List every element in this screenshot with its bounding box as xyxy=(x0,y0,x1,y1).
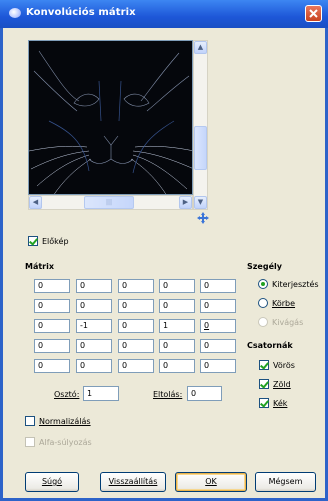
help-button[interactable]: Súgó xyxy=(25,472,79,492)
checkbox-disabled-icon[interactable] xyxy=(25,437,35,447)
preview-checkbox[interactable]: Előkép xyxy=(28,236,69,246)
radio-unselected-icon[interactable] xyxy=(258,298,268,308)
matrix-cell-r5c5[interactable]: 0 xyxy=(200,359,236,373)
matrix-cell-r1c2[interactable]: 0 xyxy=(76,279,112,293)
matrix-heading: Mátrix xyxy=(25,262,55,271)
border-heading: Szegély xyxy=(247,262,282,271)
matrix-cell-r3c4[interactable]: 1 xyxy=(159,319,195,333)
border-crop-radio[interactable]: Kivágás xyxy=(258,317,303,327)
alpha-weighting-label: Alfa-súlyozás xyxy=(39,437,92,447)
border-crop-label: Kivágás xyxy=(272,317,304,327)
reset-button[interactable]: Visszaállítás xyxy=(100,472,166,492)
checkbox-checked-icon[interactable] xyxy=(259,398,269,408)
preview-checkbox-label: Előkép xyxy=(42,236,69,246)
alpha-weighting-checkbox[interactable]: Alfa-súlyozás xyxy=(25,437,92,447)
scroll-down-button[interactable]: ▼ xyxy=(194,196,207,209)
checkbox-checked-icon[interactable] xyxy=(28,236,38,246)
matrix-cell-r1c5[interactable]: 0 xyxy=(200,279,236,293)
cancel-button[interactable]: Mégsem xyxy=(255,472,316,492)
matrix-cell-r4c1[interactable]: 0 xyxy=(34,339,70,353)
matrix-cell-r3c1[interactable]: 0 xyxy=(34,319,70,333)
matrix-cell-r4c3[interactable]: 0 xyxy=(118,339,154,353)
checkbox-checked-icon[interactable] xyxy=(259,379,269,389)
matrix-cell-r3c5[interactable]: 0 xyxy=(200,319,236,333)
offset-label: Eltolás: xyxy=(153,390,183,399)
channel-red-checkbox[interactable]: Vörös xyxy=(259,360,295,370)
radio-selected-icon[interactable] xyxy=(258,279,268,289)
border-extend-radio[interactable]: Kiterjesztés xyxy=(258,279,319,289)
matrix-cell-r1c3[interactable]: 0 xyxy=(118,279,154,293)
channel-blue-checkbox[interactable]: Kék xyxy=(259,398,287,408)
border-wrap-label: Körbe xyxy=(272,298,296,308)
gimp-app-icon xyxy=(9,8,21,18)
checkbox-unchecked-icon[interactable] xyxy=(25,416,35,426)
scroll-up-button[interactable]: ▲ xyxy=(194,41,207,54)
cat-edge-preview xyxy=(29,41,192,194)
channel-red-label: Vörös xyxy=(273,360,295,370)
divisor-input[interactable]: 1 xyxy=(83,386,119,401)
matrix-cell-r1c1[interactable]: 0 xyxy=(34,279,70,293)
arrow-up-icon: ▲ xyxy=(197,43,204,51)
navigate-icon[interactable] xyxy=(196,211,210,225)
horizontal-scroll-thumb[interactable]: ||| xyxy=(84,196,134,209)
matrix-cell-r2c2[interactable]: 0 xyxy=(76,299,112,313)
scroll-grip: ||| xyxy=(105,199,113,206)
window-title: Konvolúciós mátrix xyxy=(26,7,136,18)
divisor-label: Osztó: xyxy=(54,390,80,399)
radio-disabled-icon[interactable] xyxy=(258,317,268,327)
matrix-cell-r3c3[interactable]: 0 xyxy=(118,319,154,333)
vertical-scroll-thumb[interactable] xyxy=(194,126,207,170)
matrix-cell-r5c3[interactable]: 0 xyxy=(118,359,154,373)
close-icon xyxy=(309,9,318,18)
channel-blue-label: Kék xyxy=(273,398,288,408)
scroll-left-button[interactable]: ◀ xyxy=(29,196,42,209)
matrix-cell-r3c2[interactable]: -1 xyxy=(76,319,112,333)
ok-button[interactable]: OK xyxy=(175,472,247,492)
channel-green-checkbox[interactable]: Zöld xyxy=(259,379,291,389)
matrix-cell-r4c2[interactable]: 0 xyxy=(76,339,112,353)
preview-vertical-scrollbar[interactable]: ▲ ▼ xyxy=(193,40,208,210)
preview-image[interactable] xyxy=(28,40,193,195)
matrix-cell-r4c4[interactable]: 0 xyxy=(159,339,195,353)
matrix-cell-r5c4[interactable]: 0 xyxy=(159,359,195,373)
matrix-cell-r5c2[interactable]: 0 xyxy=(76,359,112,373)
scroll-right-button[interactable]: ▶ xyxy=(179,196,192,209)
matrix-cell-r2c3[interactable]: 0 xyxy=(118,299,154,313)
matrix-cell-r1c4[interactable]: 0 xyxy=(159,279,195,293)
border-extend-label: Kiterjesztés xyxy=(272,279,319,289)
matrix-cell-r4c5[interactable]: 0 xyxy=(200,339,236,353)
close-button[interactable] xyxy=(305,5,322,22)
convolution-matrix-dialog: Konvolúciós mátrix ▲ ▼ ◀ ||| ▶ Előkép Má… xyxy=(0,0,328,501)
normalize-checkbox[interactable]: Normalizálás xyxy=(25,416,91,426)
title-bar[interactable]: Konvolúciós mátrix xyxy=(0,0,328,28)
matrix-cell-r2c4[interactable]: 0 xyxy=(159,299,195,313)
channels-heading: Csatornák xyxy=(247,341,293,350)
channel-green-label: Zöld xyxy=(273,379,291,389)
offset-input[interactable]: 0 xyxy=(187,386,222,401)
preview-horizontal-scrollbar[interactable]: ◀ ||| ▶ xyxy=(28,195,193,210)
arrow-down-icon: ▼ xyxy=(197,198,204,206)
arrow-left-icon: ◀ xyxy=(32,198,39,206)
matrix-cell-r5c1[interactable]: 0 xyxy=(34,359,70,373)
matrix-cell-r2c1[interactable]: 0 xyxy=(34,299,70,313)
border-wrap-radio[interactable]: Körbe xyxy=(258,298,295,308)
checkbox-checked-icon[interactable] xyxy=(259,360,269,370)
matrix-cell-r2c5[interactable]: 0 xyxy=(200,299,236,313)
normalize-label: Normalizálás xyxy=(39,416,91,426)
arrow-right-icon: ▶ xyxy=(182,198,189,206)
